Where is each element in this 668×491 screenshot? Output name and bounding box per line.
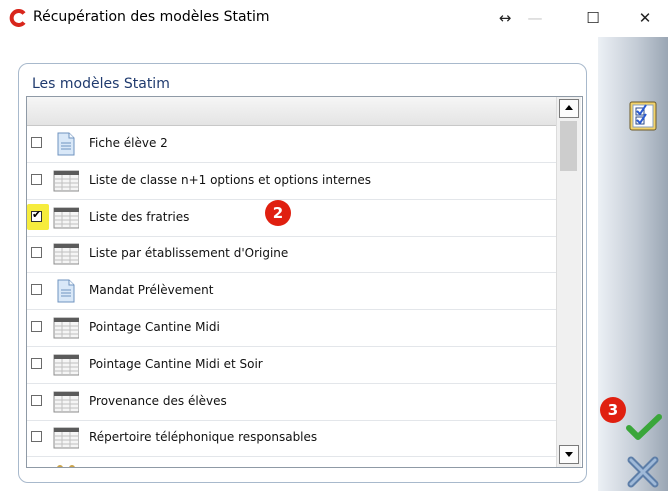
table-grid-icon: [53, 168, 80, 194]
item-checkbox[interactable]: [31, 321, 42, 332]
window-title: Récupération des modèles Statim: [33, 9, 270, 25]
vertical-scrollbar[interactable]: [556, 97, 581, 467]
list-item[interactable]: Trombinoscope Classe: [27, 457, 556, 468]
document-icon: [53, 131, 79, 157]
models-list[interactable]: Fiche élève 2 Liste de classe n+1 options…: [26, 96, 583, 468]
table-grid-icon: [53, 315, 80, 341]
list-item[interactable]: Fiche élève 2: [27, 126, 556, 163]
list-item[interactable]: Provenance des élèves: [27, 384, 556, 421]
item-label: Pointage Cantine Midi: [89, 320, 220, 334]
item-label: Liste de classe n+1 options et options i…: [89, 172, 371, 187]
item-checkbox[interactable]: [31, 284, 42, 296]
list-item[interactable]: Liste des fratries: [27, 200, 556, 237]
table-grid-icon: [53, 352, 80, 378]
list-item[interactable]: Pointage Cantine Midi et Soir: [27, 347, 556, 384]
item-checkbox[interactable]: [31, 431, 42, 443]
item-label: Mandat Prélèvement: [89, 283, 214, 298]
table-grid-icon: [53, 425, 80, 451]
item-checkbox[interactable]: [31, 357, 42, 369]
checklist-options-icon[interactable]: [628, 98, 660, 132]
list-item[interactable]: Liste par établissement d'Origine: [27, 236, 556, 274]
maximize-button[interactable]: ☐: [570, 0, 616, 37]
step-badge-3: 3: [600, 397, 626, 423]
document-icon: [53, 278, 79, 304]
item-label: Trombinoscope Classe: [89, 467, 222, 468]
title-bar: Récupération des modèles Statim ↔ — ☐ ✕: [0, 0, 668, 37]
app-logo-icon: [9, 9, 26, 27]
list-item[interactable]: Pointage Cantine Midi: [27, 310, 556, 347]
item-checkbox[interactable]: [31, 394, 42, 406]
table-grid-icon: [53, 205, 80, 231]
table-grid-icon: [53, 241, 80, 267]
close-button[interactable]: ✕: [622, 0, 668, 37]
list-item[interactable]: Répertoire téléphonique responsables: [27, 420, 556, 458]
minimize-button[interactable]: —: [512, 0, 558, 37]
group-title: Les modèles Statim: [32, 76, 170, 92]
list-header: [27, 97, 556, 126]
table-grid-icon: [53, 389, 80, 415]
right-action-panel: [598, 37, 668, 491]
item-checkbox[interactable]: [31, 137, 42, 148]
scroll-down-button[interactable]: [559, 445, 579, 464]
item-label: Liste par établissement d'Origine: [89, 246, 289, 261]
cancel-x-icon[interactable]: [626, 455, 660, 489]
list-item[interactable]: Liste de classe n+1 options et options i…: [27, 163, 556, 200]
scroll-up-button[interactable]: [559, 99, 579, 118]
item-label: Liste des fratries: [89, 209, 190, 224]
item-label: Fiche élève 2: [89, 136, 168, 150]
people-icon: [53, 462, 79, 467]
step-badge-2: 2: [265, 200, 291, 226]
item-label: Répertoire téléphonique responsables: [89, 430, 318, 445]
item-label: Provenance des élèves: [89, 393, 227, 408]
item-checkbox[interactable]: [31, 208, 42, 222]
item-checkbox[interactable]: [31, 247, 42, 259]
scroll-thumb[interactable]: [560, 121, 577, 171]
item-label: Pointage Cantine Midi et Soir: [89, 356, 263, 371]
list-item[interactable]: Mandat Prélèvement: [27, 273, 556, 311]
validate-checkmark-icon[interactable]: [626, 413, 662, 441]
item-checkbox[interactable]: [31, 173, 42, 185]
